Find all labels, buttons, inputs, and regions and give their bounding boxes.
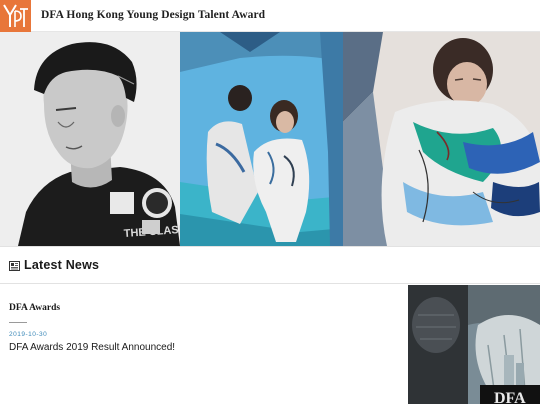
news-article[interactable]: DFA Awards 2019-10-30 DFA Awards 2019 Re… (0, 285, 408, 404)
newspaper-icon (9, 261, 20, 271)
ydt-logo-mark (0, 0, 31, 32)
site-header: DFA Hong Kong Young Design Talent Award (0, 0, 540, 32)
models-photo (180, 32, 345, 246)
category-divider (9, 322, 27, 323)
ydt-logo[interactable] (0, 0, 31, 32)
latest-news-heading: Latest News (24, 258, 100, 272)
article-date: 2019-10-30 (9, 331, 48, 338)
dfa-logo-text: DFA (494, 390, 526, 404)
article-thumbnail[interactable]: DFA (408, 285, 540, 404)
hero-banner: THE CLASH (0, 32, 540, 246)
article-title[interactable]: DFA Awards 2019 Result Announced! (9, 342, 175, 353)
portrait-photo: THE CLASH (0, 32, 180, 246)
article-category[interactable]: DFA Awards (9, 303, 60, 313)
fashion-photo (343, 32, 540, 246)
site-title[interactable]: DFA Hong Kong Young Design Talent Award (41, 9, 265, 21)
latest-news-bar: Latest News (0, 246, 540, 284)
